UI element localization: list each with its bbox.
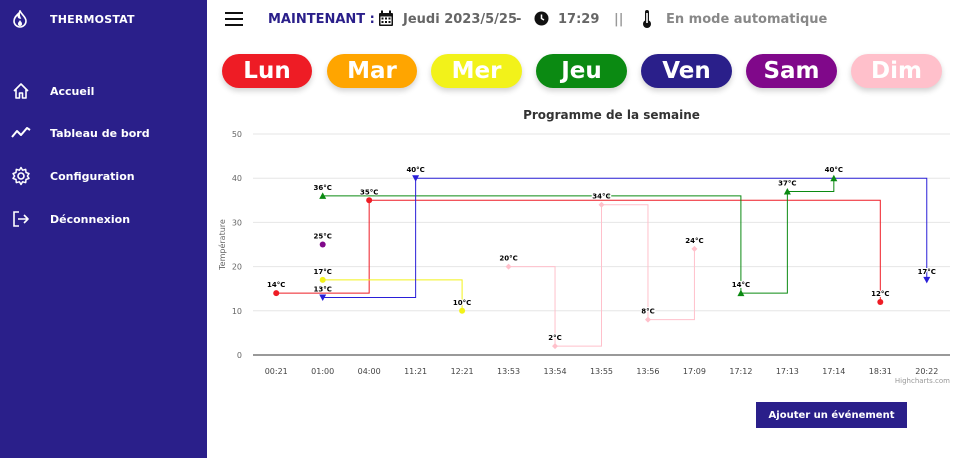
data-label: 36°C <box>314 184 332 192</box>
x-tick-label: 13:53 <box>497 367 520 376</box>
sidebar-item-label: Configuration <box>50 169 135 183</box>
x-tick-label: 17:14 <box>822 367 845 376</box>
data-point <box>505 263 512 270</box>
menu-icon[interactable] <box>225 12 243 26</box>
sidebar-item-tableau-de-bord[interactable]: Tableau de bord <box>10 122 150 144</box>
data-label: 17°C <box>314 268 332 276</box>
x-tick-label: 17:13 <box>776 367 799 376</box>
y-tick-label: 20 <box>232 263 242 272</box>
flame-icon <box>10 9 30 29</box>
current-date: Jeudi 2023/5/25 <box>403 12 518 27</box>
y-tick-label: 50 <box>232 130 242 139</box>
data-label: 34°C <box>592 193 610 201</box>
sidebar-item-label: Déconnexion <box>50 212 131 226</box>
thermometer-icon <box>642 9 652 33</box>
day-button-lun[interactable]: Lun <box>222 54 312 88</box>
data-label: 13°C <box>314 286 332 294</box>
y-tick-label: 10 <box>232 307 242 316</box>
day-button-jeu[interactable]: Jeu <box>536 54 627 88</box>
series-line <box>508 204 695 347</box>
data-point <box>877 298 884 305</box>
clock-icon <box>534 11 549 30</box>
data-label: 25°C <box>314 233 332 241</box>
brand: THERMOSTAT <box>10 9 135 29</box>
data-label: 37°C <box>778 179 796 187</box>
data-label: 14°C <box>732 281 750 289</box>
date-time-dash: - <box>516 12 522 27</box>
sidebar-item-label: Tableau de bord <box>50 126 150 140</box>
data-point <box>552 343 559 350</box>
sidebar-item-configuration[interactable]: Configuration <box>10 165 135 187</box>
data-label: 40°C <box>406 166 424 174</box>
data-point <box>319 276 326 283</box>
day-button-sam[interactable]: Sam <box>746 54 837 88</box>
top-bar: MAINTENANT : Jeudi 2023/5/25 - 17:29 || … <box>207 0 963 40</box>
current-time: 17:29 <box>558 12 600 27</box>
y-axis-label: Température <box>217 219 227 271</box>
x-tick-label: 17:12 <box>729 367 752 376</box>
x-tick-label: 11:21 <box>404 367 427 376</box>
home-icon <box>10 80 32 102</box>
data-point <box>691 245 698 252</box>
data-point <box>366 197 373 204</box>
x-tick-label: 13:54 <box>544 367 567 376</box>
trend-icon <box>10 122 32 144</box>
data-point <box>644 316 651 323</box>
x-tick-label: 17:09 <box>683 367 706 376</box>
logout-icon <box>10 208 32 230</box>
data-label: 35°C <box>360 188 378 196</box>
sidebar-item-deconnexion[interactable]: Déconnexion <box>10 208 130 230</box>
mode-status: En mode automatique <box>666 12 828 27</box>
day-button-mer[interactable]: Mer <box>431 54 522 88</box>
y-tick-label: 40 <box>232 174 242 183</box>
weekly-schedule-chart: Programme de la semaine 0 10 20 30 40 50 Tempér… <box>207 100 963 390</box>
data-point <box>273 290 280 297</box>
chart-title: Programme de la semaine <box>523 108 700 122</box>
data-label: 8°C <box>641 308 655 316</box>
sidebar-item-label: Accueil <box>50 84 95 98</box>
x-tick-label: 04:00 <box>358 367 381 376</box>
x-tick-label: 01:00 <box>311 367 334 376</box>
y-tick-label: 0 <box>237 351 242 360</box>
y-tick-label: 30 <box>232 218 242 227</box>
data-point <box>598 201 605 208</box>
data-point <box>319 241 326 248</box>
data-point <box>459 307 466 314</box>
data-label: 17°C <box>918 268 936 276</box>
brand-label: THERMOSTAT <box>50 12 135 26</box>
data-label: 40°C <box>825 166 843 174</box>
series-line <box>322 178 835 294</box>
sidebar: THERMOSTAT Accueil Tableau de bord Confi… <box>0 0 207 458</box>
data-label: 14°C <box>267 281 285 289</box>
header-separator: || <box>614 12 624 27</box>
day-button-ven[interactable]: Ven <box>641 54 732 88</box>
gear-icon <box>10 165 32 187</box>
data-label: 12°C <box>871 290 889 298</box>
day-button-dim[interactable]: Dim <box>851 54 942 88</box>
now-label: MAINTENANT : <box>268 12 375 27</box>
day-button-mar[interactable]: Mar <box>327 54 417 88</box>
add-event-button[interactable]: Ajouter un événement <box>756 402 907 428</box>
x-tick-label: 13:56 <box>636 367 659 376</box>
data-label: 20°C <box>499 255 517 263</box>
chart-credits: Highcharts.com <box>895 377 950 385</box>
x-tick-label: 12:21 <box>451 367 474 376</box>
data-label: 24°C <box>685 237 703 245</box>
series-line <box>322 279 463 311</box>
data-point <box>923 276 931 284</box>
data-label: 10°C <box>453 299 471 307</box>
x-tick-label: 13:55 <box>590 367 613 376</box>
chart-svg: Programme de la semaine 0 10 20 30 40 50 Tempér… <box>217 108 950 385</box>
app-root: THERMOSTAT Accueil Tableau de bord Confi… <box>0 0 963 458</box>
x-tick-label: 18:31 <box>869 367 892 376</box>
x-tick-label: 00:21 <box>265 367 288 376</box>
sidebar-item-accueil[interactable]: Accueil <box>10 80 94 102</box>
series-line <box>276 199 881 302</box>
calendar-icon <box>378 10 394 31</box>
x-tick-label: 20:22 <box>915 367 938 376</box>
data-label: 2°C <box>548 334 562 342</box>
